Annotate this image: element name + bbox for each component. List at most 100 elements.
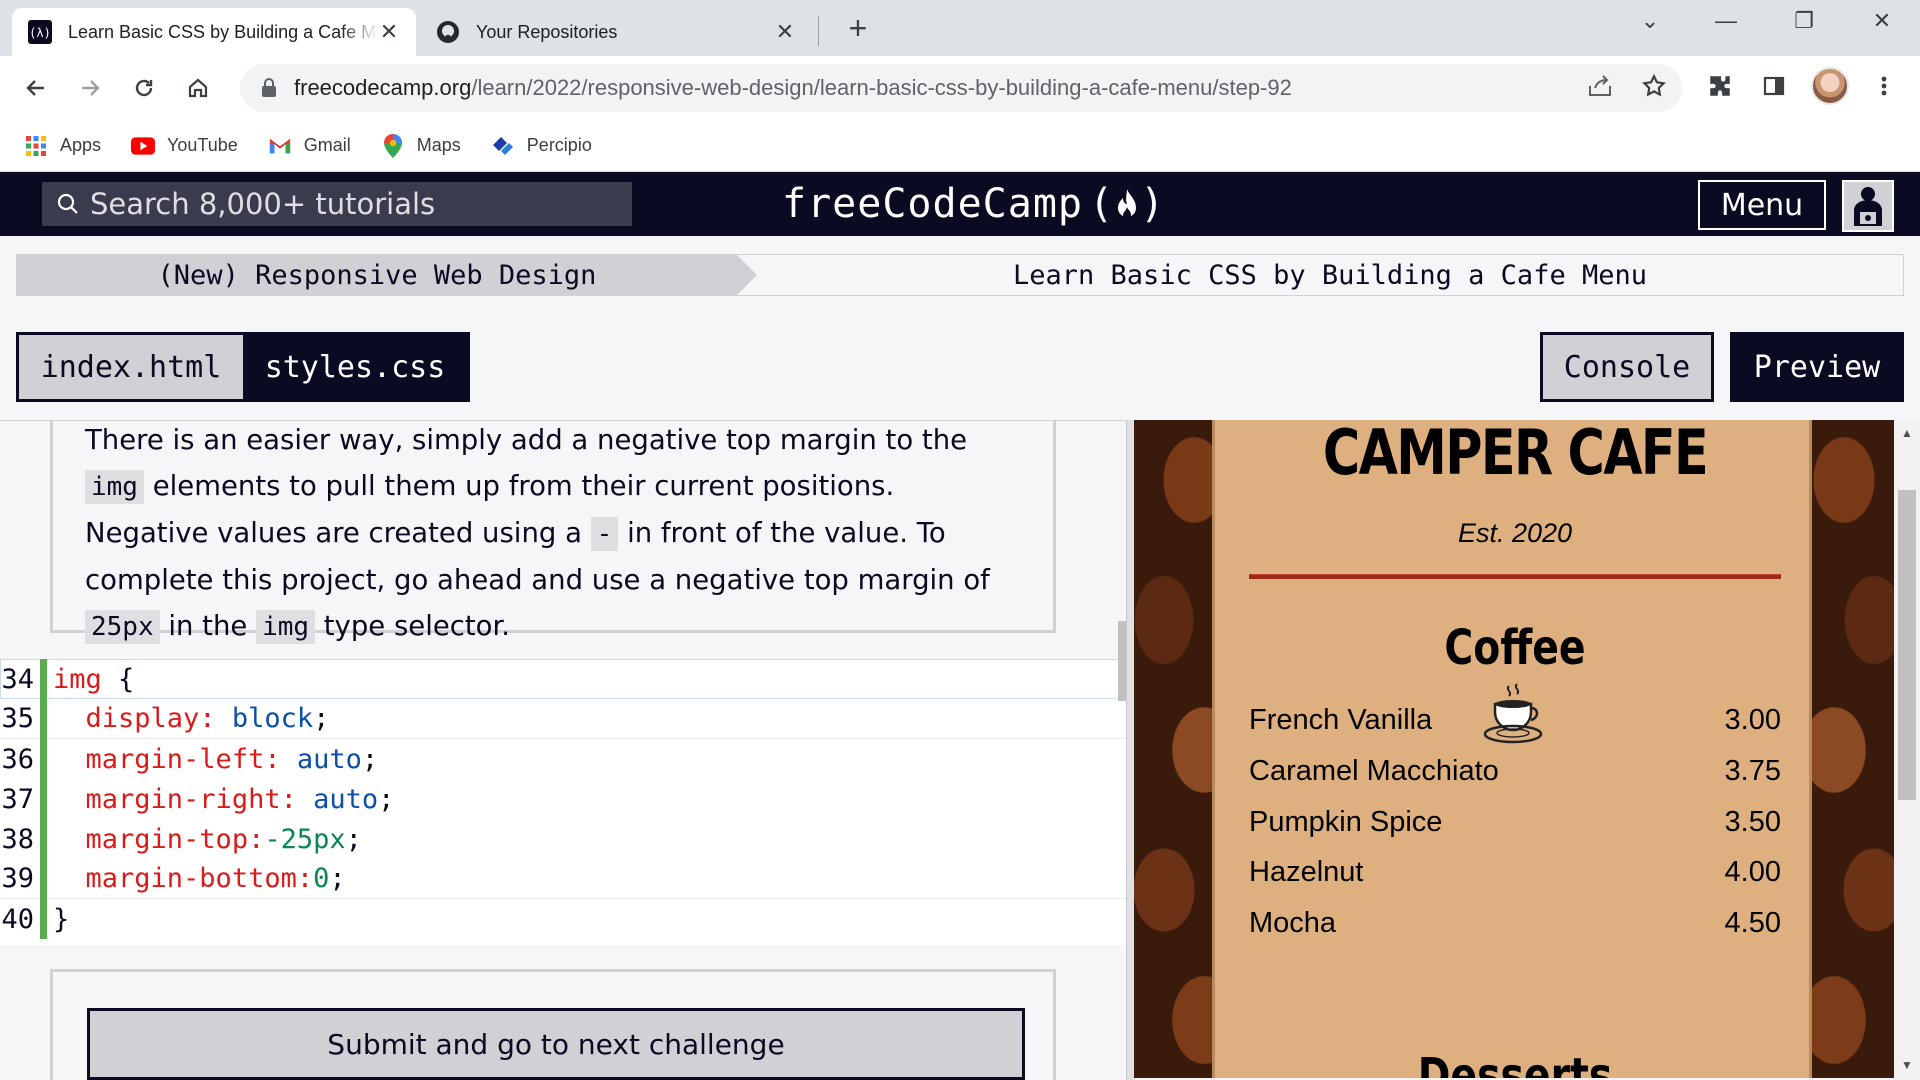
bookmarks-bar: Apps YouTube Gmail Maps Percipio — [0, 120, 1920, 172]
item-price: 3.50 — [1724, 806, 1781, 838]
browser-tab-github[interactable]: Your Repositories ✕ — [420, 8, 812, 56]
maps-icon — [381, 133, 405, 158]
code-text: display: block; — [85, 703, 330, 734]
close-window-icon[interactable]: ✕ — [1862, 8, 1902, 34]
code-line[interactable]: 39 margin-bottom:0; — [0, 858, 1126, 899]
desserts-heading: Desserts — [1417, 1048, 1613, 1078]
fcc-navbar: Search 8,000+ tutorials freeCodeCamp () … — [0, 172, 1920, 236]
menu-item: Pumpkin Spice 3.50 — [1249, 806, 1781, 839]
user-avatar[interactable] — [1842, 180, 1894, 232]
restore-icon[interactable]: ❐ — [1784, 8, 1824, 34]
bookmark-label: YouTube — [167, 135, 238, 155]
editable-gutter — [40, 858, 47, 899]
bookmark-star-icon[interactable] — [1636, 68, 1672, 104]
bookmark-maps[interactable]: Maps — [381, 133, 461, 158]
menu-item: Mocha 4.50 — [1249, 907, 1781, 940]
cafe-established: Est. 2020 — [1457, 518, 1573, 548]
tab-title: Learn Basic CSS by Building a Cafe Menu — [68, 21, 378, 42]
browser-tab-freecodecamp[interactable]: (λ) Learn Basic CSS by Building a Cafe M… — [12, 8, 416, 56]
code-line[interactable]: 40 } — [0, 899, 1126, 939]
breadcrumb-arrow — [737, 255, 757, 295]
preview-scrollbar[interactable]: ▲ ▼ — [1894, 420, 1920, 1080]
code-line[interactable]: 37 margin-right: auto; — [0, 779, 1126, 819]
forward-arrow-icon[interactable] — [70, 68, 110, 108]
item-price: 3.00 — [1724, 704, 1781, 736]
extensions-puzzle-icon[interactable] — [1702, 68, 1738, 104]
pane-resize-divider[interactable] — [1126, 420, 1134, 1080]
fcc-logo[interactable]: freeCodeCamp () — [782, 178, 1165, 230]
share-icon[interactable] — [1582, 68, 1618, 104]
tab-separator — [818, 16, 819, 46]
line-number: 40 — [1, 903, 34, 935]
browser-tab-strip: (λ) Learn Basic CSS by Building a Cafe M… — [0, 0, 1920, 56]
code-line[interactable]: 34 img { — [0, 659, 1122, 699]
scrollbar-thumb[interactable] — [1898, 490, 1916, 800]
menu-button[interactable]: Menu — [1698, 180, 1826, 230]
menu-item: Hazelnut 4.00 — [1249, 856, 1781, 889]
item-name: Hazelnut — [1249, 856, 1364, 888]
tab-index-html[interactable]: index.html — [19, 335, 243, 399]
minimize-icon[interactable]: — — [1706, 8, 1746, 34]
preview-button[interactable]: Preview — [1730, 332, 1904, 402]
item-name: Caramel Macchiato — [1249, 755, 1499, 787]
new-tab-plus-icon[interactable]: + — [840, 10, 876, 47]
item-name: Pumpkin Spice — [1249, 806, 1443, 838]
close-tab-icon[interactable]: ✕ — [774, 19, 796, 45]
bookmark-youtube[interactable]: YouTube — [131, 134, 238, 158]
scroll-down-arrow-icon[interactable]: ▼ — [1894, 1058, 1920, 1072]
code-line[interactable]: 38 margin-top:-25px; — [0, 819, 1126, 859]
file-tabs: index.html styles.css — [16, 332, 470, 402]
inline-code: img — [256, 610, 316, 644]
menu-divider — [1249, 574, 1781, 579]
bookmark-percipio[interactable]: Percipio — [491, 134, 592, 158]
apps-grid-icon — [24, 134, 48, 158]
url-host: freecodecamp.org — [294, 75, 472, 100]
close-tab-icon[interactable]: ✕ — [378, 19, 400, 45]
tab-search-chevron-icon[interactable]: ⌄ — [1630, 8, 1670, 34]
code-text: margin-top:-25px; — [85, 823, 362, 855]
browser-toolbar: freecodecamp.org/learn/2022/responsive-w… — [0, 56, 1920, 120]
home-icon[interactable] — [178, 68, 218, 108]
cafe-title: CAMPER CAFE — [1322, 420, 1709, 489]
editable-gutter — [40, 659, 47, 699]
side-panel-icon[interactable] — [1756, 68, 1792, 104]
item-price: 4.50 — [1724, 907, 1781, 939]
address-bar[interactable]: freecodecamp.org/learn/2022/responsive-w… — [240, 64, 1682, 112]
breadcrumb-superblock[interactable]: (New) Responsive Web Design — [17, 255, 737, 295]
item-price: 3.75 — [1724, 755, 1781, 787]
url-path: /learn/2022/responsive-web-design/learn-… — [471, 75, 1292, 100]
breadcrumb: (New) Responsive Web Design Learn Basic … — [16, 254, 1904, 296]
freecodecamp-favicon-icon: (λ) — [28, 20, 52, 44]
gmail-icon — [268, 134, 292, 158]
submit-container: Submit and go to next challenge — [50, 969, 1056, 1080]
github-favicon-icon — [436, 20, 460, 44]
profile-avatar[interactable] — [1811, 67, 1849, 105]
reload-icon[interactable] — [124, 68, 164, 108]
tab-styles-css[interactable]: styles.css — [243, 335, 467, 399]
item-name: French Vanilla — [1249, 704, 1433, 736]
percipio-icon — [491, 134, 515, 158]
code-line[interactable]: 35 display: block; — [0, 698, 1126, 739]
code-editor[interactable]: 34 img { 35 display: block; 36 margin-le… — [0, 659, 1126, 945]
bookmark-gmail[interactable]: Gmail — [268, 134, 351, 158]
submit-button[interactable]: Submit and go to next challenge — [87, 1008, 1025, 1080]
preview-pane: CAMPER CAFE Est. 2020 Coffee French Vani… — [1134, 420, 1894, 1078]
svg-text:(λ): (λ) — [29, 26, 51, 40]
code-line[interactable]: 36 margin-left: auto; — [0, 739, 1126, 779]
bookmark-apps[interactable]: Apps — [24, 134, 101, 158]
cafe-menu-card: CAMPER CAFE Est. 2020 Coffee French Vani… — [1212, 420, 1812, 1078]
chrome-menu-dots-icon[interactable] — [1866, 68, 1902, 104]
lock-icon[interactable] — [258, 78, 280, 98]
search-input[interactable]: Search 8,000+ tutorials — [42, 182, 632, 226]
scroll-up-arrow-icon[interactable]: ▲ — [1894, 426, 1920, 440]
url-text: freecodecamp.org/learn/2022/responsive-w… — [294, 75, 1292, 101]
code-text: margin-left: auto; — [85, 743, 379, 775]
editor-pane: There is an easier way, simply add a neg… — [0, 420, 1126, 1080]
breadcrumb-block[interactable]: Learn Basic CSS by Building a Cafe Menu — [757, 255, 1903, 295]
console-button[interactable]: Console — [1540, 332, 1714, 402]
back-arrow-icon[interactable] — [16, 68, 56, 108]
editor-scrollbar[interactable] — [1118, 621, 1126, 701]
bookmark-label: Gmail — [303, 135, 351, 155]
youtube-icon — [131, 134, 156, 158]
menu-item: French Vanilla 3.00 — [1249, 704, 1781, 737]
